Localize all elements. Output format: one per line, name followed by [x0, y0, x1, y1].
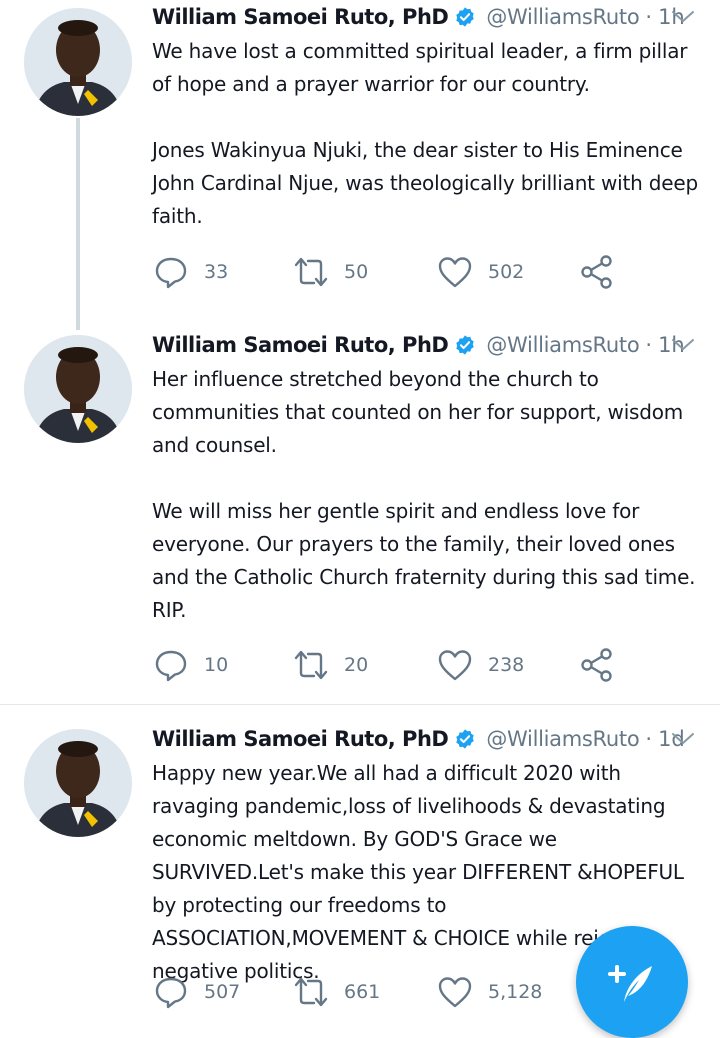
- like-count: 502: [488, 261, 525, 283]
- author-name[interactable]: William Samoei Ruto, PhD: [152, 727, 449, 751]
- chevron-down-icon[interactable]: [670, 332, 696, 358]
- reply-count: 10: [204, 654, 229, 676]
- share-button[interactable]: [578, 252, 616, 292]
- avatar[interactable]: [24, 8, 132, 116]
- tweet-text: We have lost a committed spiritual leade…: [152, 35, 700, 233]
- avatar[interactable]: [24, 335, 132, 443]
- compose-tweet-button[interactable]: [576, 926, 688, 1038]
- like-icon: [438, 977, 472, 1008]
- retweet-icon: [294, 257, 328, 287]
- retweet-count: 661: [344, 981, 381, 1003]
- like-button[interactable]: 502: [436, 252, 524, 292]
- separator-dot: ·: [645, 333, 653, 357]
- reply-count: 33: [204, 261, 229, 283]
- chevron-down-icon[interactable]: [670, 726, 696, 752]
- retweet-icon: [294, 977, 328, 1007]
- tweet-paragraph: We have lost a committed spiritual leade…: [152, 39, 688, 96]
- tweet-text: Her influence stretched beyond the churc…: [152, 363, 700, 627]
- tweet-1[interactable]: William Samoei Ruto, PhD @WilliamsRuto ·…: [0, 0, 720, 330]
- reply-button[interactable]: 507: [152, 972, 240, 1012]
- author-handle[interactable]: @WilliamsRuto: [486, 333, 639, 357]
- like-icon: [438, 257, 472, 288]
- retweet-count: 20: [344, 654, 369, 676]
- reply-icon: [155, 650, 187, 682]
- reply-icon: [155, 977, 187, 1009]
- avatar[interactable]: [24, 729, 132, 837]
- tweet-2[interactable]: William Samoei Ruto, PhD @WilliamsRuto ·…: [0, 327, 720, 703]
- tweet-header: William Samoei Ruto, PhD @WilliamsRuto ·…: [152, 0, 696, 34]
- like-count: 5,128: [488, 981, 543, 1003]
- tweet-paragraph: Her influence stretched beyond the churc…: [152, 367, 684, 457]
- verified-icon: [456, 335, 475, 355]
- retweet-button[interactable]: 50: [292, 252, 368, 292]
- tweet-divider: [0, 704, 720, 705]
- reply-icon: [155, 257, 187, 289]
- action-bar: 507 661 5,128: [152, 972, 632, 1012]
- tweet-paragraph: We will miss her gentle spirit and endle…: [152, 499, 696, 622]
- action-bar: 10 20 238: [152, 645, 632, 685]
- author-handle[interactable]: @WilliamsRuto: [486, 5, 639, 29]
- action-bar: 33 50 502: [152, 252, 632, 292]
- like-button[interactable]: 5,128: [436, 972, 542, 1012]
- chevron-down-icon[interactable]: [670, 4, 696, 30]
- reply-button[interactable]: 10: [152, 645, 228, 685]
- retweet-icon: [294, 650, 328, 680]
- author-name[interactable]: William Samoei Ruto, PhD: [152, 5, 449, 29]
- share-icon: [581, 255, 612, 289]
- like-icon: [438, 650, 472, 681]
- share-button[interactable]: [578, 645, 616, 685]
- reply-count: 507: [204, 981, 241, 1003]
- verified-icon: [456, 729, 475, 749]
- tweet-header: William Samoei Ruto, PhD @WilliamsRuto ·…: [152, 328, 696, 362]
- author-handle[interactable]: @WilliamsRuto: [486, 727, 639, 751]
- retweet-count: 50: [344, 261, 369, 283]
- verified-icon: [456, 7, 475, 27]
- avatar-image: [24, 729, 132, 837]
- avatar-image: [24, 335, 132, 443]
- retweet-button[interactable]: 661: [292, 972, 380, 1012]
- share-icon: [581, 648, 612, 682]
- separator-dot: ·: [645, 5, 653, 29]
- avatar-image: [24, 8, 132, 116]
- like-button[interactable]: 238: [436, 645, 524, 685]
- retweet-button[interactable]: 20: [292, 645, 368, 685]
- tweet-header: William Samoei Ruto, PhD @WilliamsRuto ·…: [152, 722, 696, 756]
- compose-icon: [608, 965, 652, 1002]
- thread-line: [76, 118, 80, 330]
- tweet-paragraph: Jones Wakinyua Njuki, the dear sister to…: [152, 138, 698, 228]
- like-count: 238: [488, 654, 525, 676]
- reply-button[interactable]: 33: [152, 252, 228, 292]
- separator-dot: ·: [645, 727, 653, 751]
- author-name[interactable]: William Samoei Ruto, PhD: [152, 333, 449, 357]
